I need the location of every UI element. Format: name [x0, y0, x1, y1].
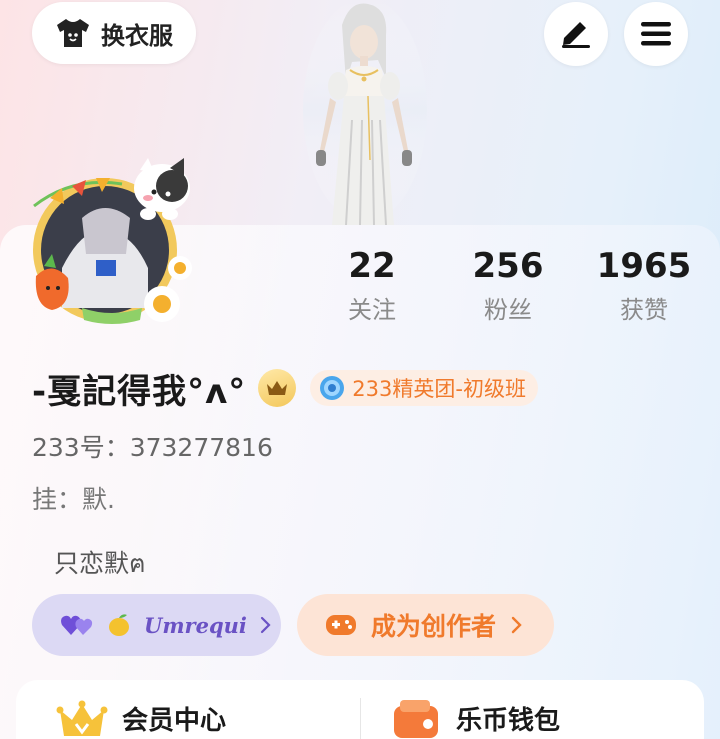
likes-stat[interactable]: 1965 获赞: [574, 244, 714, 325]
become-creator-label: 成为创作者: [371, 612, 497, 641]
become-creator-button[interactable]: 成为创作者: [297, 594, 554, 656]
followers-stat[interactable]: 256 粉丝: [438, 244, 578, 325]
gamepad-icon: [326, 615, 356, 635]
hang-text: 挂：默.: [32, 485, 115, 514]
menu-button[interactable]: [624, 2, 688, 66]
team-badge[interactable]: 233精英团-初级班: [310, 370, 538, 406]
chevron-right-icon: [511, 616, 522, 634]
bio-text: 只恋默ฅ: [54, 549, 146, 578]
lemon-icon: [109, 614, 129, 636]
following-stat[interactable]: 22 关注: [302, 244, 442, 325]
chevron-right-icon: [260, 616, 271, 634]
vip-center-title: 会员中心: [122, 705, 227, 736]
uid-label: 233号：: [32, 433, 130, 462]
wallet-title: 乐币钱包: [456, 705, 561, 736]
vip-crown-badge[interactable]: [258, 369, 297, 407]
vip-crown-icon: [56, 700, 108, 736]
cp-pill[interactable]: Umrequi: [32, 594, 281, 656]
nickname: -戛記得我°ʌ°: [32, 371, 247, 412]
followers-label: 粉丝: [484, 296, 532, 324]
medal-icon: [320, 376, 345, 400]
team-badge-label: 233精英团-初级班: [352, 377, 526, 401]
edit-profile-button[interactable]: [544, 2, 608, 66]
uid-row[interactable]: 233号：373277816: [32, 428, 273, 464]
avatar[interactable]: [22, 158, 198, 334]
following-count: 22: [348, 246, 396, 286]
stats-row: 22 关注 256 粉丝 1965 获赞: [300, 244, 720, 334]
shirt-icon: [57, 19, 89, 47]
cp-name: Umrequi: [144, 612, 247, 638]
double-heart-icon: [61, 615, 93, 635]
vip-center-entry[interactable]: 会员中心: [56, 698, 226, 738]
wallet-icon: [394, 700, 438, 738]
edit-icon: [562, 22, 590, 48]
likes-label: 获赞: [620, 296, 668, 324]
divider: [360, 698, 361, 739]
services-card: 会员中心 乐币钱包: [16, 680, 704, 739]
likes-count: 1965: [596, 246, 692, 286]
character-figure[interactable]: [290, 0, 440, 228]
wallet-entry[interactable]: 乐币钱包: [392, 698, 560, 738]
change-outfit-button[interactable]: 换衣服: [32, 2, 196, 64]
followers-count: 256: [472, 246, 544, 286]
change-outfit-label: 换衣服: [101, 21, 173, 50]
uid-value: 373277816: [129, 433, 273, 462]
name-row: -戛記得我°ʌ° 233精英团-初级班: [32, 364, 538, 412]
following-label: 关注: [348, 296, 396, 324]
menu-icon: [641, 22, 671, 46]
crown-icon: [267, 381, 288, 395]
